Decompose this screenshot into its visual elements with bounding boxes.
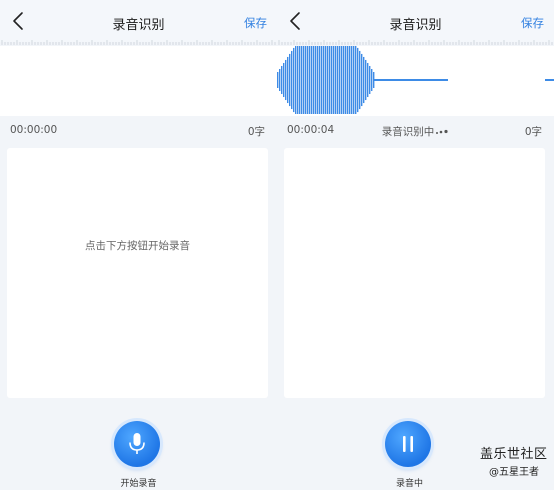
watermark-title: 盖乐世社区 [480,447,548,462]
elapsed-time: 00:00:00 [10,124,58,136]
recording-meta: 00:00:04 录音识别中 0字 [277,124,554,140]
waveform-bar [365,59,367,101]
waveform-bar [327,46,329,114]
pause-recording-button[interactable] [385,421,431,467]
waveform-area [0,46,277,116]
waveform-bar [307,46,309,114]
waveform-bar [339,46,341,114]
status-text: 录音识别中 [381,126,435,138]
character-count: 0字 [247,126,265,138]
recording-meta: 00:00:00 0字 [0,124,277,140]
nav-bar: 录音识别 保存 [277,0,554,42]
microphone-icon [129,433,145,454]
waveform-bar [331,46,333,114]
waveform-bar [309,46,311,114]
waveform-bar [337,46,339,114]
waveform-bar [291,50,293,110]
waveform-bar [325,46,327,114]
waveform-bar [289,53,291,107]
waveform-bar [315,46,317,114]
waveform-bar [299,46,301,114]
transcript-card: 点击下方按钮开始录音 [7,148,268,398]
recording-screen: 录音识别 保存 00:00:04 录音识别中 0字 录音中 [277,0,554,490]
waveform-bar [301,46,303,114]
waveform-bar [319,46,321,114]
waveform-bar [349,46,351,114]
waveform-bar [311,46,313,114]
waveform-bar [287,56,289,104]
character-count: 0字 [524,126,542,138]
waveform-bar [345,46,347,114]
waveform-bar [321,46,323,114]
waveform-bar [353,46,355,114]
transcript-card [284,148,545,398]
waveform-bar [281,65,283,95]
waveform-bar [335,46,337,114]
waveform-bar [355,46,357,114]
waveform-bar [329,46,331,114]
save-button[interactable]: 保存 [521,15,544,31]
page-title: 录音识别 [389,18,442,33]
idle-screen: 录音识别 保存 00:00:00 0字 点击下方按钮开始录音 开始录音 [0,0,277,490]
waveform-bar [363,56,365,104]
empty-hint: 点击下方按钮开始录音 [85,240,190,252]
waveform-bar [361,53,363,107]
waveform-bar [367,62,369,98]
waveform-bar [283,62,285,98]
start-recording-button[interactable] [114,421,160,467]
waveform-bar [317,46,319,114]
waveform-bar [277,72,279,88]
waveform-bar [279,68,281,92]
pause-icon [403,436,413,452]
waveform-bar [295,46,297,114]
page-title: 录音识别 [112,18,165,33]
waveform-bar [305,46,307,114]
recognition-status: 录音识别中 [277,124,554,139]
waveform-bar [303,46,305,114]
waveform-bar [323,46,325,114]
waveform-bar [333,46,335,114]
waveform-bar [341,46,343,114]
waveform-bar [369,65,371,95]
waveform-bar [297,46,299,114]
nav-bar: 录音识别 保存 [0,0,277,42]
waveform-bar [359,50,361,110]
waveform-bar [343,46,345,114]
waveform-bar [351,46,353,114]
audio-waveform [277,46,554,114]
waveform-baseline [373,79,448,81]
waveform-bar [285,59,287,101]
watermark-handle: @五星王者 [489,467,539,478]
waveform-bar [313,46,315,114]
waveform-bar [371,68,373,92]
save-button[interactable]: 保存 [244,15,267,31]
waveform-area [277,46,554,116]
loading-dots-icon [436,129,448,134]
start-recording-label: 开始录音 [120,479,157,489]
waveform-bar [293,47,295,113]
waveform-bar [357,47,359,113]
waveform-baseline-tail [545,79,554,81]
waveform-bar [347,46,349,114]
